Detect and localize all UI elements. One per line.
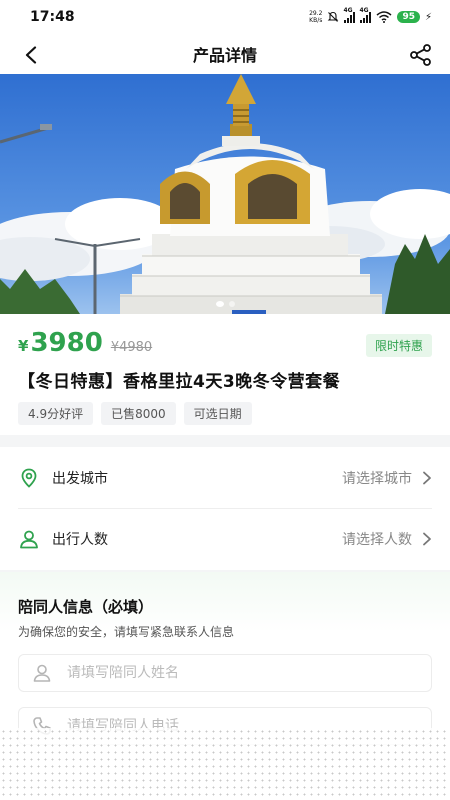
departure-city-row[interactable]: 出发城市 请选择城市 — [18, 447, 432, 508]
nav-bar: 产品详情 — [0, 34, 450, 74]
traveler-count-value: 请选择人数 — [342, 532, 412, 548]
carousel-indicator — [0, 301, 450, 307]
wifi-icon — [376, 11, 392, 23]
charging-bolt-icon: ⚡ — [424, 11, 432, 23]
companion-name-input[interactable] — [67, 665, 367, 681]
carousel-dot[interactable] — [228, 301, 235, 307]
stupa-photo — [0, 74, 450, 314]
network-speed: 29.2 KB/s — [309, 10, 322, 24]
page-title: 产品详情 — [192, 46, 257, 65]
network-speed-unit: KB/s — [309, 17, 323, 24]
status-bar: 17:48 29.2 KB/s 4G 4G 95 ⚡ — [0, 0, 450, 34]
loading-overlay — [0, 728, 450, 800]
departure-city-label: 出发城市 — [52, 470, 108, 487]
share-button[interactable] — [408, 42, 434, 68]
price: 3980 — [30, 328, 103, 358]
mute-bell-icon — [328, 11, 339, 22]
hero-carousel[interactable] — [0, 74, 450, 314]
promo-badge: 限时特惠 — [365, 334, 432, 357]
booking-options: 出发城市 请选择城市 出行人数 请选择人数 — [0, 447, 450, 570]
back-button[interactable] — [18, 42, 44, 68]
network-speed-value: 29.2 — [309, 10, 323, 17]
status-icons: 29.2 KB/s 4G 4G 95 ⚡ — [309, 7, 432, 25]
currency-symbol: ¥ — [18, 337, 29, 355]
companion-subtitle: 为确保您的安全，请填写紧急联系人信息 — [18, 625, 235, 639]
product-info-card: ¥ 3980 ¥4980 限时特惠 【冬日特惠】香格里拉4天3晚冬令营套餐 4.… — [0, 314, 450, 435]
companion-title: 陪同人信息（必填） — [18, 598, 154, 616]
traveler-count-row[interactable]: 出行人数 请选择人数 — [18, 508, 432, 569]
chevron-left-icon — [25, 46, 37, 64]
signal-2-icon: 4G — [359, 7, 372, 23]
product-title: 【冬日特惠】香格里拉4天3晚冬令营套餐 — [18, 372, 341, 392]
tag-sold: 已售8000 — [101, 402, 176, 425]
person-icon — [18, 528, 40, 550]
product-tags: 4.9分好评 已售8000 可选日期 — [18, 402, 432, 425]
original-price: ¥4980 — [110, 340, 153, 355]
share-icon — [410, 44, 431, 66]
companion-name-field[interactable] — [18, 654, 432, 692]
battery-level: 95 — [397, 11, 420, 23]
user-icon — [31, 662, 53, 684]
tag-dates: 可选日期 — [183, 402, 252, 425]
departure-city-value: 请选择城市 — [342, 470, 412, 487]
location-pin-icon — [18, 467, 40, 489]
tag-rating: 4.9分好评 — [18, 402, 94, 425]
chevron-right-icon — [423, 532, 431, 546]
carousel-dot[interactable] — [215, 301, 224, 307]
status-time: 17:48 — [30, 9, 75, 25]
traveler-count-label: 出行人数 — [52, 532, 108, 548]
chevron-right-icon — [423, 471, 431, 484]
signal-1-icon: 4G — [343, 7, 356, 23]
product-detail-page: 17:48 29.2 KB/s 4G 4G 95 ⚡ 产品详情 ¥ 3980 ¥… — [0, 0, 450, 800]
